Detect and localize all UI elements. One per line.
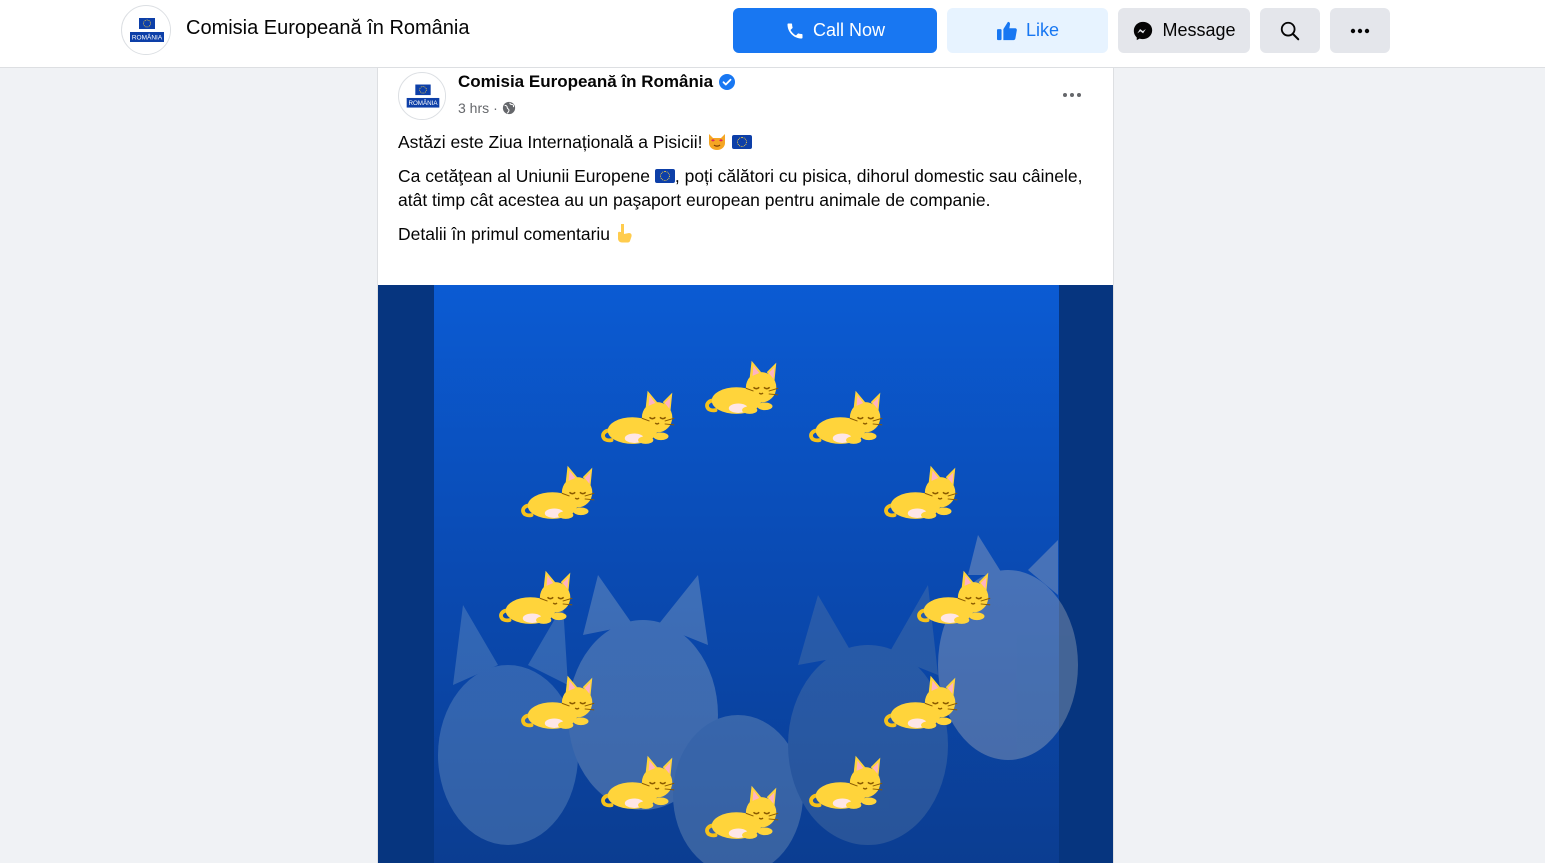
meta-separator: · — [493, 100, 498, 116]
post-meta: 3 hrs · — [458, 100, 516, 116]
post-paragraph: Astăzi este Ziua Internațională a Pisici… — [398, 130, 1088, 154]
messenger-icon — [1134, 21, 1153, 40]
post-paragraph: Ca cetăţean al Uniunii Europene , poți c… — [398, 164, 1088, 212]
verified-icon — [719, 74, 736, 90]
page-title[interactable]: Comisia Europeană în România — [186, 17, 470, 40]
eu-flag-icon — [654, 169, 675, 183]
ec-logo-icon: ROMÂNIA — [123, 7, 170, 54]
ec-logo-icon: ROMÂNIA — [399, 73, 445, 119]
post-paragraph: Detalii în primul comentariu — [398, 222, 1088, 246]
message-button[interactable]: Message — [1118, 8, 1250, 53]
post-options-button[interactable] — [1054, 82, 1090, 108]
post-author-label: Comisia Europeană în România — [458, 72, 714, 91]
like-icon — [996, 21, 1017, 40]
call-now-label: Call Now — [812, 20, 886, 40]
page-avatar[interactable]: ROMÂNIA — [121, 5, 171, 55]
post-line-3: Detalii în primul comentariu — [398, 224, 611, 244]
pointing-down-icon — [617, 224, 632, 243]
post-line-1: Astăzi este Ziua Internațională a Pisici… — [398, 132, 703, 152]
more-icon — [1063, 93, 1081, 97]
search-icon — [1280, 21, 1300, 40]
post-image[interactable] — [378, 285, 1113, 863]
more-options-button[interactable] — [1330, 8, 1390, 53]
call-now-button[interactable]: Call Now — [733, 8, 937, 53]
post-card: ROMÂNIA Comisia Europeană în România 3 h… — [377, 68, 1114, 863]
post-author-name[interactable]: Comisia Europeană în România — [458, 72, 736, 92]
eu-flag-icon — [732, 135, 753, 149]
like-label: Like — [1025, 20, 1060, 40]
more-icon — [1350, 28, 1370, 33]
message-label: Message — [1162, 20, 1236, 40]
phone-icon — [787, 23, 803, 38]
post-timestamp[interactable]: 3 hrs — [458, 100, 489, 116]
avatar-label: ROMÂNIA — [408, 100, 438, 107]
post-body: Astăzi este Ziua Internațională a Pisici… — [398, 130, 1088, 256]
post-author-avatar[interactable]: ROMÂNIA — [398, 72, 446, 120]
cat-emoji-icon — [709, 134, 726, 150]
like-button[interactable]: Like — [947, 8, 1108, 53]
eu-cats-illustration — [378, 285, 1113, 863]
post-line-2a: Ca cetăţean al Uniunii Europene — [398, 166, 650, 186]
search-button[interactable] — [1260, 8, 1320, 53]
page-header: ROMÂNIA Comisia Europeană în România Cal… — [0, 0, 1545, 68]
globe-icon[interactable] — [502, 101, 516, 115]
avatar-label: ROMÂNIA — [132, 33, 163, 42]
